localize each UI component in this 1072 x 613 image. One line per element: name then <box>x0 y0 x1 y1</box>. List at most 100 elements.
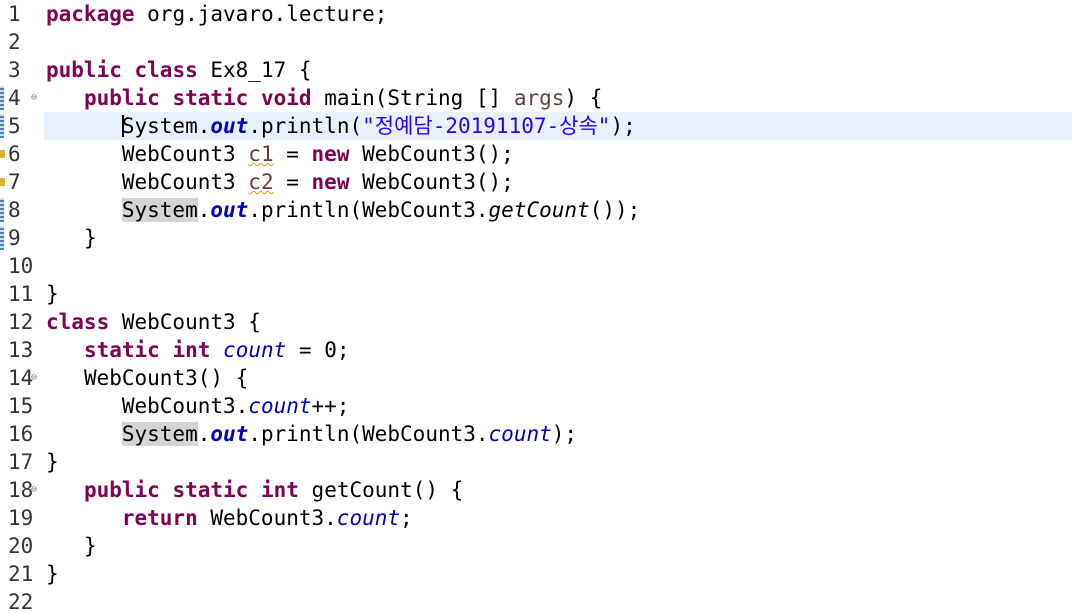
code-line[interactable]: 1 package org.javaro.lecture; <box>0 0 1072 28</box>
code-text[interactable]: } <box>46 224 97 252</box>
code-line[interactable]: 16 System.out.println(WebCount3.count); <box>0 420 1072 448</box>
code-text[interactable]: } <box>46 560 59 588</box>
warning-icon[interactable] <box>0 178 5 186</box>
code-text[interactable]: package org.javaro.lecture; <box>46 0 387 28</box>
code-text[interactable]: return WebCount3.count; <box>46 504 413 532</box>
code-text[interactable]: } <box>46 280 59 308</box>
code-text[interactable]: } <box>46 532 97 560</box>
code-area[interactable]: static int count = 0; <box>44 336 1072 364</box>
code-area[interactable]: return WebCount3.count; <box>44 504 1072 532</box>
line-gutter[interactable]: 22 <box>0 588 44 613</box>
code-line[interactable]: 7 WebCount3 c2 = new WebCount3(); <box>0 168 1072 196</box>
line-gutter[interactable]: 20 <box>0 532 44 560</box>
code-line[interactable]: 14 ⊖ WebCount3() { <box>0 364 1072 392</box>
code-text[interactable]: public static int getCount() { <box>46 476 463 504</box>
code-token: WebCount3 <box>121 142 249 166</box>
line-gutter[interactable]: 4 ⊖ <box>0 84 44 112</box>
code-area[interactable]: WebCount3() { <box>44 364 1072 392</box>
line-gutter[interactable]: 21 <box>0 560 44 588</box>
line-gutter[interactable]: 6 <box>0 140 44 168</box>
code-area[interactable] <box>44 252 1072 280</box>
line-gutter[interactable]: 1 <box>0 0 44 28</box>
code-line[interactable]: 10 <box>0 252 1072 280</box>
code-area[interactable]: } <box>44 224 1072 252</box>
code-line[interactable]: 11} <box>0 280 1072 308</box>
code-area[interactable]: package org.javaro.lecture; <box>44 0 1072 28</box>
code-line[interactable]: 9 } <box>0 224 1072 252</box>
code-text[interactable]: System.out.println(WebCount3.count); <box>46 420 577 448</box>
code-token: WebCount3(); <box>349 170 514 194</box>
code-token: = <box>273 142 312 166</box>
line-gutter[interactable]: 13 <box>0 336 44 364</box>
code-editor[interactable]: 1 package org.javaro.lecture; 2 3 public cla… <box>0 0 1072 613</box>
code-area[interactable]: public class Ex8_17 { <box>44 56 1072 84</box>
code-line[interactable]: 4 ⊖ public static void main(String [] arg… <box>0 84 1072 112</box>
code-area[interactable]: } <box>44 560 1072 588</box>
code-area[interactable]: } <box>44 280 1072 308</box>
code-token: } <box>46 562 59 586</box>
code-text[interactable]: class WebCount3 { <box>46 308 261 336</box>
line-gutter[interactable]: 16 <box>0 420 44 448</box>
code-area[interactable]: System.out.println(WebCount3.getCount())… <box>44 196 1072 224</box>
code-line[interactable]: 3 public class Ex8_17 { <box>0 56 1072 84</box>
line-gutter[interactable]: 3 <box>0 56 44 84</box>
code-area[interactable]: WebCount3 c1 = new WebCount3(); <box>44 140 1072 168</box>
line-gutter[interactable]: 19 <box>0 504 44 532</box>
line-gutter[interactable]: 9 <box>0 224 44 252</box>
line-gutter[interactable]: 2 <box>0 28 44 56</box>
code-line[interactable]: 8 System.out.println(WebCount3.getCount(… <box>0 196 1072 224</box>
code-area[interactable] <box>44 588 1072 613</box>
line-gutter[interactable]: 8 <box>0 196 44 224</box>
code-area[interactable]: WebCount3.count++; <box>44 392 1072 420</box>
code-line[interactable]: 12 class WebCount3 { <box>0 308 1072 336</box>
code-line[interactable]: 22 <box>0 588 1072 613</box>
line-gutter[interactable]: 10 <box>0 252 44 280</box>
code-token: WebCount3. <box>197 506 337 530</box>
code-area[interactable] <box>44 28 1072 56</box>
code-line[interactable]: 20 } <box>0 532 1072 560</box>
code-text[interactable]: System.out.println("정예담-20191107-상속"); <box>46 112 636 140</box>
code-line[interactable]: 21} <box>0 560 1072 588</box>
line-gutter[interactable]: 7 <box>0 168 44 196</box>
code-text[interactable]: } <box>46 448 59 476</box>
code-line[interactable]: 17} <box>0 448 1072 476</box>
code-text[interactable]: public static void main(String [] args) … <box>46 84 602 112</box>
code-text[interactable]: WebCount3.count++; <box>46 392 350 420</box>
code-line[interactable]: 15 WebCount3.count++; <box>0 392 1072 420</box>
fold-toggle-icon[interactable]: ⊖ <box>31 85 37 111</box>
code-line[interactable]: 2 <box>0 28 1072 56</box>
code-area[interactable]: } <box>44 448 1072 476</box>
code-text[interactable]: static int count = 0; <box>46 336 350 364</box>
code-text[interactable]: WebCount3 c1 = new WebCount3(); <box>46 140 514 168</box>
code-token: new <box>311 170 350 194</box>
line-gutter[interactable]: 11 <box>0 280 44 308</box>
fold-toggle-icon[interactable]: ⊖ <box>31 477 37 503</box>
code-text[interactable]: public class Ex8_17 { <box>46 56 312 84</box>
code-line[interactable]: 13 static int count = 0; <box>0 336 1072 364</box>
code-text[interactable]: WebCount3() { <box>46 364 248 392</box>
code-token: . <box>197 198 211 222</box>
code-line[interactable]: 5 System.out.println("정예담-20191107-상속"); <box>0 112 1072 140</box>
line-gutter[interactable]: 17 <box>0 448 44 476</box>
line-gutter[interactable]: 18 ⊖ <box>0 476 44 504</box>
code-area[interactable]: public static int getCount() { <box>44 476 1072 504</box>
warning-icon[interactable] <box>0 150 5 158</box>
code-area[interactable]: System.out.println(WebCount3.count); <box>44 420 1072 448</box>
line-gutter[interactable]: 15 <box>0 392 44 420</box>
code-area[interactable]: class WebCount3 { <box>44 308 1072 336</box>
line-gutter[interactable]: 5 <box>0 112 44 140</box>
code-area[interactable]: } <box>44 532 1072 560</box>
code-area[interactable]: WebCount3 c2 = new WebCount3(); <box>44 168 1072 196</box>
code-area[interactable]: public static void main(String [] args) … <box>44 84 1072 112</box>
fold-toggle-icon[interactable]: ⊖ <box>31 365 37 391</box>
code-area[interactable]: System.out.println("정예담-20191107-상속"); <box>44 112 1072 140</box>
code-line[interactable]: 18 ⊖ public static int getCount() { <box>0 476 1072 504</box>
code-line[interactable]: 19 return WebCount3.count; <box>0 504 1072 532</box>
code-line[interactable]: 6 WebCount3 c1 = new WebCount3(); <box>0 140 1072 168</box>
code-token: getCount() { <box>298 478 464 502</box>
code-text[interactable]: System.out.println(WebCount3.getCount())… <box>46 196 640 224</box>
line-gutter[interactable]: 14 ⊖ <box>0 364 44 392</box>
code-text[interactable]: WebCount3 c2 = new WebCount3(); <box>46 168 514 196</box>
line-gutter[interactable]: 12 <box>0 308 44 336</box>
